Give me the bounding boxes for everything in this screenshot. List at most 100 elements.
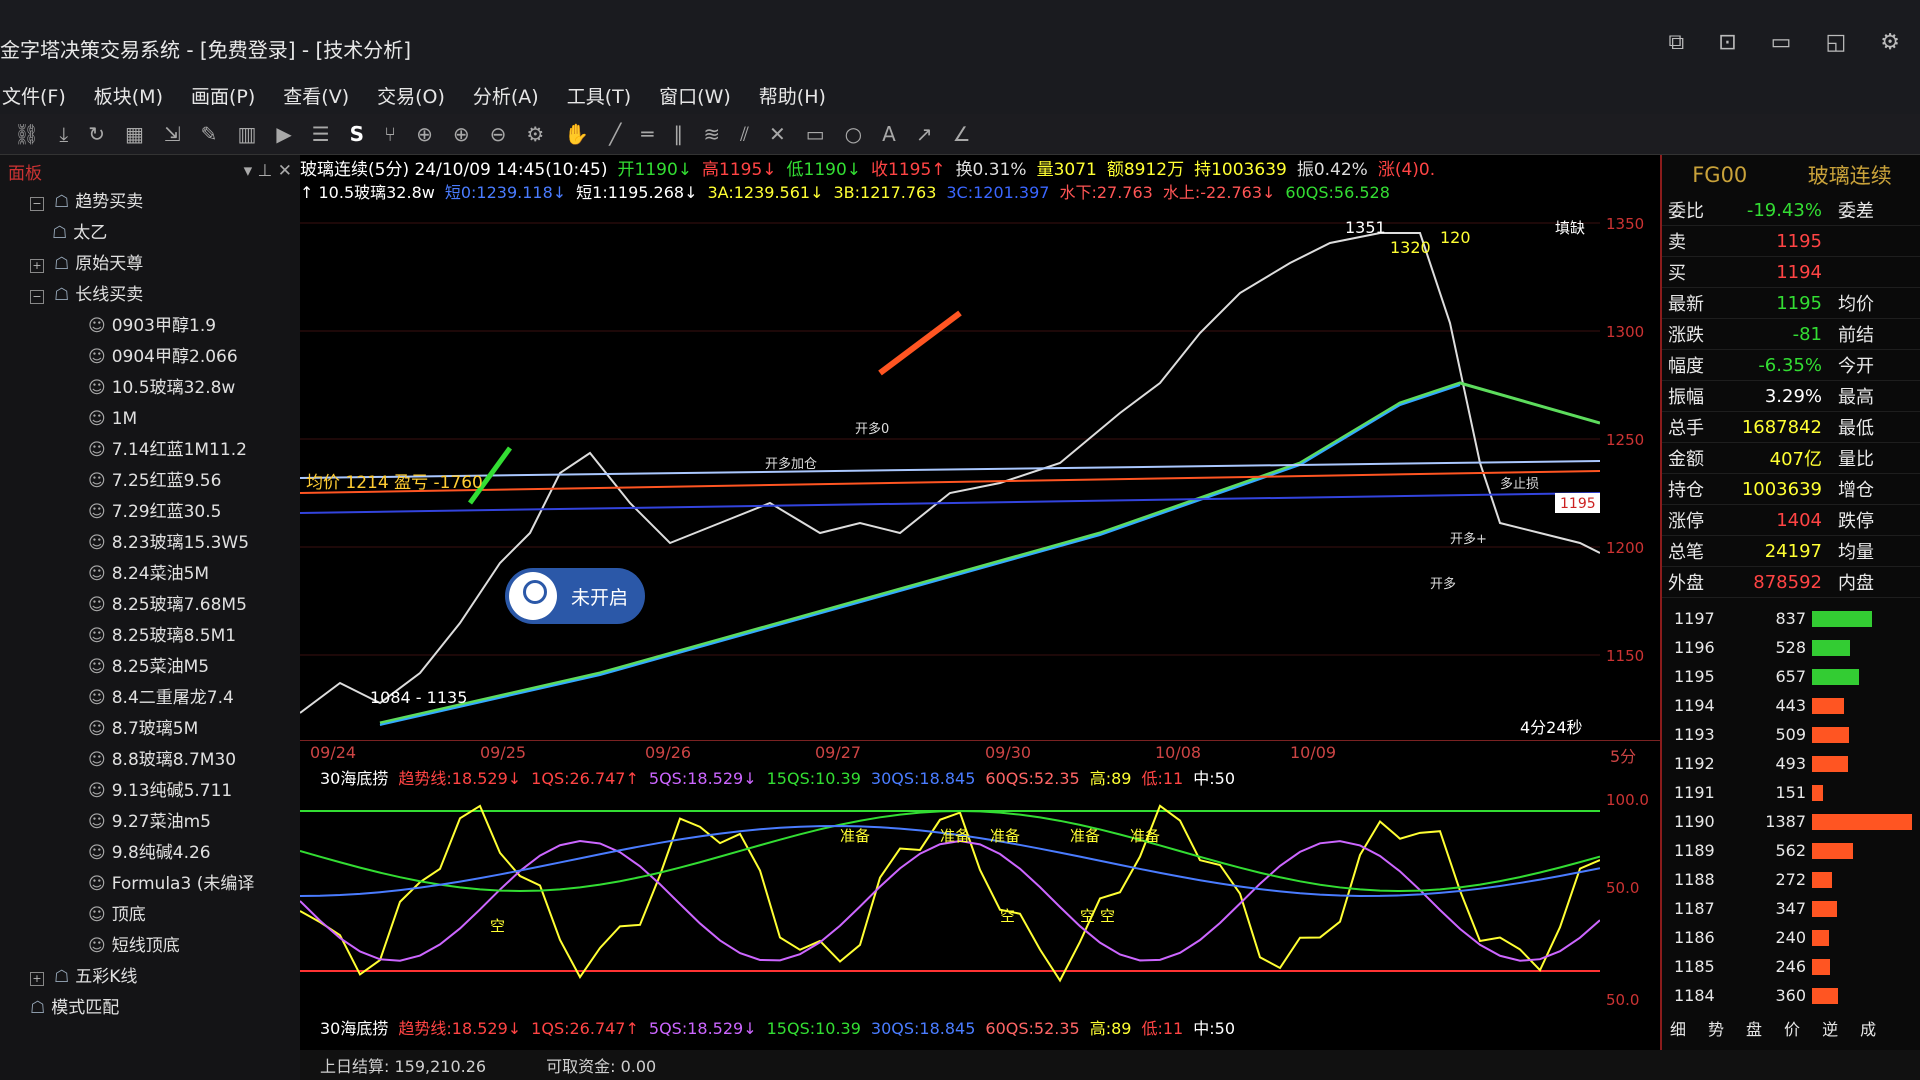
tree-item[interactable]: + ☖ 原始天尊: [0, 249, 300, 280]
tree-item[interactable]: ☺ 1M: [0, 404, 300, 435]
tree-item[interactable]: ☺ 10.5玻璃32.8w: [0, 373, 300, 404]
quote-tab[interactable]: 细: [1670, 1016, 1686, 1040]
tree-item[interactable]: ☺ 7.25红蓝9.56: [0, 466, 300, 497]
tree-item[interactable]: ☺ 8.24菜油5M: [0, 559, 300, 590]
indicator-header-top: 30海底捞 趋势线:18.529↓ 1QS:26.747↑ 5QS:18.529↓ 15…: [320, 765, 1245, 789]
tree-item[interactable]: ☺ 8.8玻璃8.7M30: [0, 745, 300, 776]
tree-item[interactable]: ☺ 8.25玻璃7.68M5: [0, 590, 300, 621]
restore-icon[interactable]: ◱: [1825, 30, 1846, 55]
text-icon[interactable]: A: [882, 122, 896, 146]
quote-tab[interactable]: 势: [1708, 1016, 1724, 1040]
tree-item[interactable]: ☺ 8.7玻璃5M: [0, 714, 300, 745]
tree-item[interactable]: ☺ 0903甲醇1.9: [0, 311, 300, 342]
cross-icon[interactable]: ✕: [769, 122, 786, 146]
tree-item[interactable]: − ☖ 趋势买卖: [0, 187, 300, 218]
account-popup[interactable]: 未开启: [505, 568, 645, 624]
expand-icon[interactable]: +: [30, 259, 44, 273]
ind-purple-line: [300, 839, 1600, 962]
menu-item[interactable]: 窗口(W): [659, 82, 731, 114]
menu-item[interactable]: 帮助(H): [759, 82, 826, 114]
tree-item[interactable]: ☺ 0904甲醇2.066: [0, 342, 300, 373]
expand-icon[interactable]: −: [30, 197, 44, 211]
link-icon[interactable]: ⛓: [14, 122, 39, 146]
zoom-fit-icon[interactable]: ⇲: [164, 122, 181, 146]
quote-row: 委比 -19.43% 委差: [1662, 195, 1920, 226]
tree-item[interactable]: ☺ 8.4二重屠龙7.4: [0, 683, 300, 714]
tree-item[interactable]: − ☖ 长线买卖: [0, 280, 300, 311]
quote-tab[interactable]: 逆: [1822, 1016, 1838, 1040]
hand-icon[interactable]: ✋: [564, 122, 589, 146]
arrow-icon[interactable]: ↗: [916, 122, 933, 146]
quote-row: 振幅 3.29% 最高: [1662, 381, 1920, 412]
tree-item[interactable]: ☺ 9.27菜油m5: [0, 807, 300, 838]
rect-icon[interactable]: ▭: [806, 122, 825, 146]
tree-item[interactable]: ☺ 8.25菜油M5: [0, 652, 300, 683]
info-field: 30海底捞: [320, 769, 389, 788]
bars-icon[interactable]: ▥: [237, 122, 256, 146]
tree-item[interactable]: ☺ 9.8纯碱4.26: [0, 838, 300, 869]
tree-item[interactable]: ☺ 7.29红蓝30.5: [0, 497, 300, 528]
tree-item[interactable]: ☺ 8.25玻璃8.5M1: [0, 621, 300, 652]
chart-area[interactable]: 玻璃连续(5分) 24/10/09 14:45(10:45) 开1190↓ 高119…: [300, 155, 1660, 1080]
fork-icon[interactable]: ⑂: [384, 122, 396, 146]
menu-item[interactable]: 分析(A): [473, 82, 539, 114]
menu-item[interactable]: 查看(V): [283, 82, 349, 114]
quote-tab[interactable]: 价: [1784, 1016, 1800, 1040]
zoom-in-icon[interactable]: ⊕: [453, 122, 470, 146]
settings-icon[interactable]: ⚙: [1880, 30, 1900, 55]
ind-tick: 50.0: [1606, 991, 1640, 1009]
tree-item[interactable]: ☺ 8.23玻璃15.3W5: [0, 528, 300, 559]
menu-item[interactable]: 文件(F): [2, 82, 66, 114]
tree-item[interactable]: ☺ Formula3 (未编译: [0, 869, 300, 900]
pnl-line: [300, 470, 1600, 494]
circle-icon[interactable]: ○: [845, 122, 862, 146]
tree-item[interactable]: ☺ 7.14红蓝1M11.2: [0, 435, 300, 466]
draw-icon[interactable]: ✎: [201, 122, 218, 146]
expand-icon[interactable]: +: [30, 972, 44, 986]
tree-item[interactable]: ☖ 模式匹配: [0, 993, 300, 1024]
tree-item-label: 长线买卖: [75, 285, 144, 305]
fib-icon[interactable]: ≋: [703, 122, 720, 146]
tree-item[interactable]: ☺ 9.13纯碱5.711: [0, 776, 300, 807]
channel-icon[interactable]: ⫽: [740, 122, 749, 146]
quote-tab[interactable]: 成: [1860, 1016, 1876, 1040]
crosshair-icon[interactable]: ⊕: [416, 122, 433, 146]
refresh-icon[interactable]: ↻: [88, 122, 105, 146]
menu-item[interactable]: 工具(T): [567, 82, 631, 114]
book-qty: 1387: [1765, 812, 1806, 831]
list-icon[interactable]: ☰: [312, 122, 330, 146]
sidebar-controls[interactable]: ▾ ⊥ ✕: [244, 161, 292, 181]
grid-icon[interactable]: ▦: [125, 122, 144, 146]
menu-item[interactable]: 板块(M): [94, 82, 163, 114]
quote-table: 委比 -19.43% 委差卖 1195 买 1194 最新 1195 均价 涨跌 -81 前结 幅度 -6…: [1662, 195, 1920, 598]
quote-tab[interactable]: 盘: [1746, 1016, 1762, 1040]
s-button[interactable]: S: [350, 122, 364, 146]
indicator-chart[interactable]: 准备 准备 准备 准备 准备空空空空: [300, 791, 1600, 1031]
quote-row: 总笔 24197 均量: [1662, 536, 1920, 567]
tree-item[interactable]: + ☖ 五彩K线: [0, 962, 300, 993]
avg-label: 均价 1214 盈亏 -1760: [306, 473, 483, 493]
info-field: 30QS:18.845: [870, 1019, 976, 1038]
download-icon[interactable]: ⤓: [59, 122, 68, 146]
tree-item[interactable]: ☖ 太乙: [0, 218, 300, 249]
zoom-out-icon[interactable]: ⊖: [490, 122, 507, 146]
cart-icon[interactable]: ⊡: [1718, 30, 1736, 55]
play-icon[interactable]: ▶: [276, 122, 291, 146]
menu-item[interactable]: 交易(O): [377, 82, 445, 114]
price-tick: 1200: [1606, 539, 1645, 557]
menu-item[interactable]: 画面(P): [191, 82, 255, 114]
price-chart[interactable]: 均价 1214 盈亏 -176011121084 - 1135135113201…: [300, 203, 1600, 740]
hline-icon[interactable]: ═: [641, 122, 653, 146]
quote-key2: 跌停: [1838, 511, 1874, 532]
angle-icon[interactable]: ∠: [953, 122, 971, 146]
tree-item[interactable]: ☺ 短线顶底: [0, 931, 300, 962]
expand-icon[interactable]: −: [30, 290, 44, 304]
layout-icon[interactable]: ⧉: [1669, 30, 1685, 55]
gear-icon[interactable]: ⚙: [526, 122, 544, 146]
tree-item[interactable]: ☺ 顶底: [0, 900, 300, 931]
tree-item-label: 原始天尊: [75, 254, 144, 274]
parallel-icon[interactable]: ∥: [673, 122, 683, 146]
line-icon[interactable]: ╱: [609, 122, 621, 146]
folder-icon: ☖: [54, 967, 70, 987]
minimize-icon[interactable]: ▭: [1771, 30, 1792, 55]
